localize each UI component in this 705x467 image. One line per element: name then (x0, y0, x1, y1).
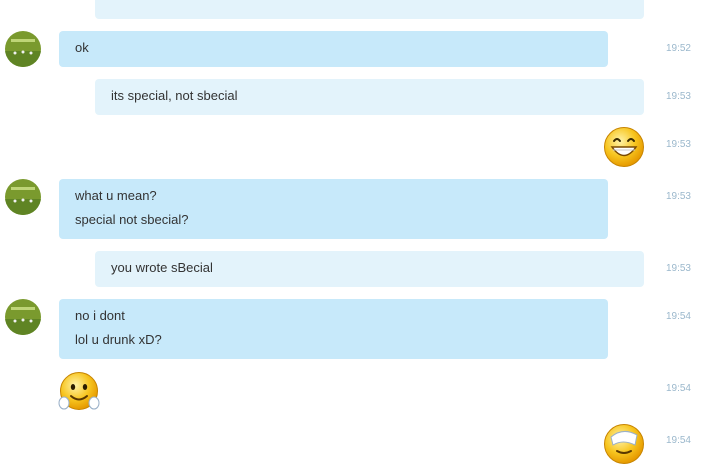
message-bubble-outgoing (95, 0, 644, 19)
message-timestamp: 19:53 (665, 263, 691, 274)
message-bubble-incoming[interactable]: no i dont lol u drunk xD? (59, 299, 608, 359)
message-bubble-incoming[interactable]: what u mean? special not sbecial? (59, 179, 608, 239)
big-smile-emoticon (603, 126, 645, 168)
message-timestamp: 19:54 (665, 311, 691, 322)
message-timestamp: 19:54 (665, 383, 691, 394)
message-timestamp: 19:53 (665, 139, 691, 150)
facepalm-emoticon (603, 423, 645, 465)
blush-emoticon (58, 371, 100, 413)
message-bubble-outgoing[interactable]: its special, not sbecial (95, 79, 644, 115)
message-timestamp: 19:53 (665, 91, 691, 102)
message-timestamp: 19:53 (665, 191, 691, 202)
message-timestamp: 19:52 (665, 43, 691, 54)
message-timestamp: 19:54 (665, 435, 691, 446)
contact-avatar[interactable] (5, 179, 41, 215)
contact-avatar[interactable] (5, 299, 41, 335)
message-text: its special, not sbecial (111, 88, 238, 103)
message-text: what u mean? (75, 188, 157, 203)
message-text: lol u drunk xD? (75, 332, 162, 347)
message-bubble-incoming[interactable]: ok (59, 31, 608, 67)
message-bubble-outgoing[interactable]: you wrote sBecial (95, 251, 644, 287)
message-text: ok (75, 40, 89, 55)
message-text: special not sbecial? (75, 212, 189, 227)
contact-avatar[interactable] (5, 31, 41, 67)
message-text: you wrote sBecial (111, 260, 213, 275)
message-text: no i dont (75, 308, 125, 323)
